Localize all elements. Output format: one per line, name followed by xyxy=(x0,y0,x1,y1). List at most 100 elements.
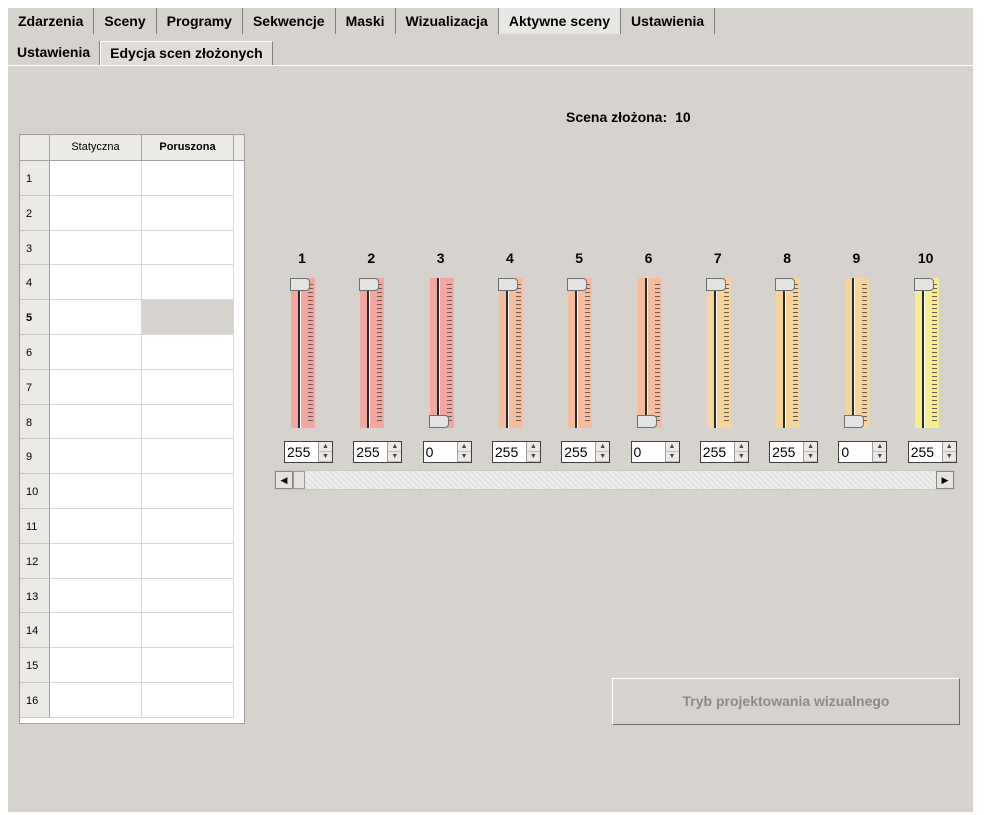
slider-thumb[interactable] xyxy=(844,415,865,428)
spin-down-icon[interactable]: ▼ xyxy=(596,452,610,462)
row-number[interactable]: 6 xyxy=(20,334,50,370)
cell-moved[interactable] xyxy=(142,508,234,544)
cell-moved[interactable] xyxy=(142,300,234,335)
row-number[interactable]: 4 xyxy=(20,265,50,301)
row-number[interactable]: 5 xyxy=(20,300,50,335)
row-number[interactable]: 16 xyxy=(20,682,50,718)
value-spinbox[interactable]: 0 ▲ ▼ xyxy=(838,441,888,463)
cell-moved[interactable] xyxy=(142,648,234,683)
cell-static[interactable] xyxy=(50,578,142,614)
scroll-thumb[interactable] xyxy=(293,471,305,489)
cell-moved[interactable] xyxy=(142,543,234,579)
cell-static[interactable] xyxy=(50,334,142,370)
spinbox-value[interactable]: 255 xyxy=(285,442,318,462)
row-number[interactable]: 11 xyxy=(20,508,50,544)
cell-moved[interactable] xyxy=(142,439,234,475)
value-spinbox[interactable]: 255 ▲ ▼ xyxy=(769,441,819,463)
cell-moved[interactable] xyxy=(142,369,234,405)
value-spinbox[interactable]: 255 ▲ ▼ xyxy=(491,441,541,463)
value-spinbox[interactable]: 255 ▲ ▼ xyxy=(353,441,403,463)
cell-static[interactable] xyxy=(50,300,142,335)
subtab-composite-scene-edit[interactable]: Edycja scen złożonych xyxy=(100,41,273,65)
cell-static[interactable] xyxy=(50,648,142,683)
table-row[interactable]: 6 xyxy=(20,334,244,370)
slider-track[interactable] xyxy=(290,278,315,428)
cell-moved[interactable] xyxy=(142,265,234,301)
value-spinbox[interactable]: 0 ▲ ▼ xyxy=(422,441,472,463)
value-spinbox[interactable]: 255 ▲ ▼ xyxy=(284,441,333,463)
cell-static[interactable] xyxy=(50,404,142,440)
spin-up-icon[interactable]: ▲ xyxy=(526,442,540,452)
scene-grid[interactable]: Statyczna Poruszona 1 2 3 4 5 6 7 8 9 10 11 12 13 14 1… xyxy=(19,134,245,724)
slider-thumb[interactable] xyxy=(775,278,796,291)
cell-static[interactable] xyxy=(50,682,142,718)
subtab-settings[interactable]: Ustawienia xyxy=(8,41,101,65)
row-number[interactable]: 14 xyxy=(20,613,50,649)
value-spinbox[interactable]: 0 ▲ ▼ xyxy=(630,441,680,463)
row-number[interactable]: 15 xyxy=(20,648,50,683)
slider-track[interactable] xyxy=(428,278,454,428)
table-row[interactable]: 2 xyxy=(20,195,244,231)
cell-moved[interactable] xyxy=(142,613,234,649)
spin-up-icon[interactable]: ▲ xyxy=(873,442,887,452)
slider-track[interactable] xyxy=(913,278,939,428)
slider-track[interactable] xyxy=(359,278,385,428)
table-row[interactable]: 10 xyxy=(20,474,244,509)
spinbox-value[interactable]: 255 xyxy=(354,442,387,462)
spinbox-value[interactable]: 255 xyxy=(770,442,803,462)
value-spinbox[interactable]: 255 ▲ ▼ xyxy=(561,441,611,463)
cell-static[interactable] xyxy=(50,195,142,231)
scroll-left-arrow-icon[interactable]: ◀ xyxy=(275,471,293,489)
table-row[interactable]: 7 xyxy=(20,369,244,405)
row-number[interactable]: 7 xyxy=(20,369,50,405)
cell-static[interactable] xyxy=(50,369,142,405)
spin-down-icon[interactable]: ▼ xyxy=(526,452,540,462)
row-number[interactable]: 1 xyxy=(20,161,50,196)
spinbox-value[interactable]: 0 xyxy=(839,442,872,462)
cell-static[interactable] xyxy=(50,508,142,544)
spin-down-icon[interactable]: ▼ xyxy=(457,452,471,462)
grid-column-static[interactable]: Statyczna xyxy=(50,135,142,160)
row-number[interactable]: 13 xyxy=(20,578,50,614)
cell-static[interactable] xyxy=(50,543,142,579)
scroll-right-arrow-icon[interactable]: ▶ xyxy=(936,471,954,489)
slider-track[interactable] xyxy=(705,278,731,428)
cell-moved[interactable] xyxy=(142,578,234,614)
spin-down-icon[interactable]: ▼ xyxy=(665,452,679,462)
row-number[interactable]: 12 xyxy=(20,543,50,579)
cell-static[interactable] xyxy=(50,161,142,196)
spin-up-icon[interactable]: ▲ xyxy=(665,442,679,452)
value-spinbox[interactable]: 255 ▲ ▼ xyxy=(699,441,749,463)
cell-moved[interactable] xyxy=(142,474,234,509)
slider-thumb[interactable] xyxy=(636,415,657,428)
slider-thumb[interactable] xyxy=(359,278,380,291)
tab-aktywne-sceny[interactable]: Aktywne sceny xyxy=(498,8,622,34)
slider-track[interactable] xyxy=(497,278,523,428)
spin-up-icon[interactable]: ▲ xyxy=(942,442,956,452)
spinbox-value[interactable]: 255 xyxy=(701,442,734,462)
value-spinbox[interactable]: 255 ▲ ▼ xyxy=(907,441,957,463)
cell-moved[interactable] xyxy=(142,161,234,196)
slider-track[interactable] xyxy=(844,278,870,428)
table-row[interactable]: 9 xyxy=(20,439,244,475)
table-row[interactable]: 8 xyxy=(20,404,244,440)
cell-moved[interactable] xyxy=(142,334,234,370)
spinbox-value[interactable]: 255 xyxy=(909,442,942,462)
table-row[interactable]: 4 xyxy=(20,265,244,301)
table-row[interactable]: 15 xyxy=(20,648,244,683)
slider-track[interactable] xyxy=(636,278,662,428)
table-row[interactable]: 14 xyxy=(20,613,244,649)
spin-up-icon[interactable]: ▲ xyxy=(388,442,402,452)
spin-up-icon[interactable]: ▲ xyxy=(734,442,748,452)
spin-down-icon[interactable]: ▼ xyxy=(873,452,887,462)
slider-track[interactable] xyxy=(775,278,801,428)
spin-up-icon[interactable]: ▲ xyxy=(457,442,471,452)
cell-static[interactable] xyxy=(50,439,142,475)
spin-down-icon[interactable]: ▼ xyxy=(734,452,748,462)
slider-track[interactable] xyxy=(567,278,593,428)
tab-maski[interactable]: Maski xyxy=(336,8,396,34)
spin-down-icon[interactable]: ▼ xyxy=(388,452,402,462)
cell-moved[interactable] xyxy=(142,230,234,266)
table-row[interactable]: 1 xyxy=(20,161,244,196)
table-row[interactable]: 5 xyxy=(20,300,244,335)
